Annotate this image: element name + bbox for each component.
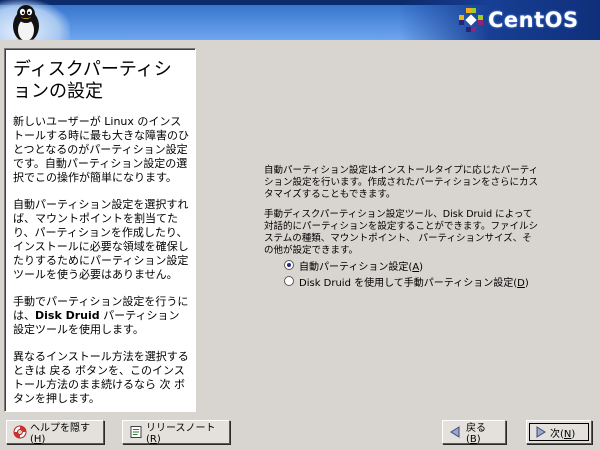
help-paragraph: 自動パーティション設定を選択すれば、マウントポイントを割当てたり、パーティション… (13, 198, 189, 281)
tux-penguin-icon (13, 5, 39, 40)
back-button[interactable]: 戻る(B) (442, 420, 506, 445)
help-title: ディスクパーティションの設定 (13, 59, 172, 102)
help-paragraph: 手動でパーティション設定を行うには、Disk Druid パーティション設定ツー… (13, 295, 189, 336)
button-label: リリースノート(R) (146, 423, 216, 445)
arrow-left-icon (450, 426, 460, 438)
auto-partition-description: 自動パーティション設定はインストールタイプに応じたパーティション設定を行います。… (264, 165, 539, 200)
help-panel: ディスクパーティションの設定 新しいユーザーが Linux のインストールする時… (4, 48, 196, 412)
main-content: 自動パーティション設定はインストールタイプに応じたパーティション設定を行います。… (210, 48, 594, 412)
radio-button[interactable] (284, 276, 294, 286)
release-notes-icon (130, 426, 142, 438)
radio-button-checked[interactable] (284, 260, 294, 270)
installer-window: CentOS ディスクパーティションの設定 新しいユーザーが Linux のイン… (0, 0, 600, 450)
button-label: ヘルプを隠す(H) (30, 423, 90, 445)
radio-auto-partition[interactable]: 自動パーティション設定(A) (284, 258, 424, 273)
centos-emblem-icon (459, 8, 483, 32)
next-button[interactable]: 次(N) (526, 420, 592, 444)
button-label: 次(N) (550, 428, 576, 440)
release-notes-button[interactable]: リリースノート(R) (122, 420, 230, 445)
radio-label: Disk Druid を使用して手動パーティション設定(D) (299, 277, 529, 289)
arrow-right-icon (536, 426, 546, 438)
radio-manual-disk-druid[interactable]: Disk Druid を使用して手動パーティション設定(D) (284, 274, 529, 289)
centos-logo: CentOS (458, 5, 598, 35)
lifebuoy-icon (13, 425, 27, 439)
disk-druid-description: 手動ディスクパーティション設定ツール、Disk Druid によって対話的にパー… (264, 209, 538, 256)
hide-help-button[interactable]: ヘルプを隠す(H) (6, 420, 104, 445)
radio-label: 自動パーティション設定(A) (299, 261, 424, 273)
help-paragraph: 異なるインストール方法を選択するときは 戻る ボタンを、このインストール方法のま… (13, 350, 189, 405)
button-label: 戻る(B) (466, 423, 486, 445)
brand-text: CentOS (488, 8, 579, 32)
disk-druid-bold: Disk Druid (35, 309, 100, 322)
help-paragraph: 新しいユーザーが Linux のインストールする時に最も大きな障害のひとつとなる… (13, 115, 189, 184)
header-banner: CentOS (0, 0, 600, 40)
